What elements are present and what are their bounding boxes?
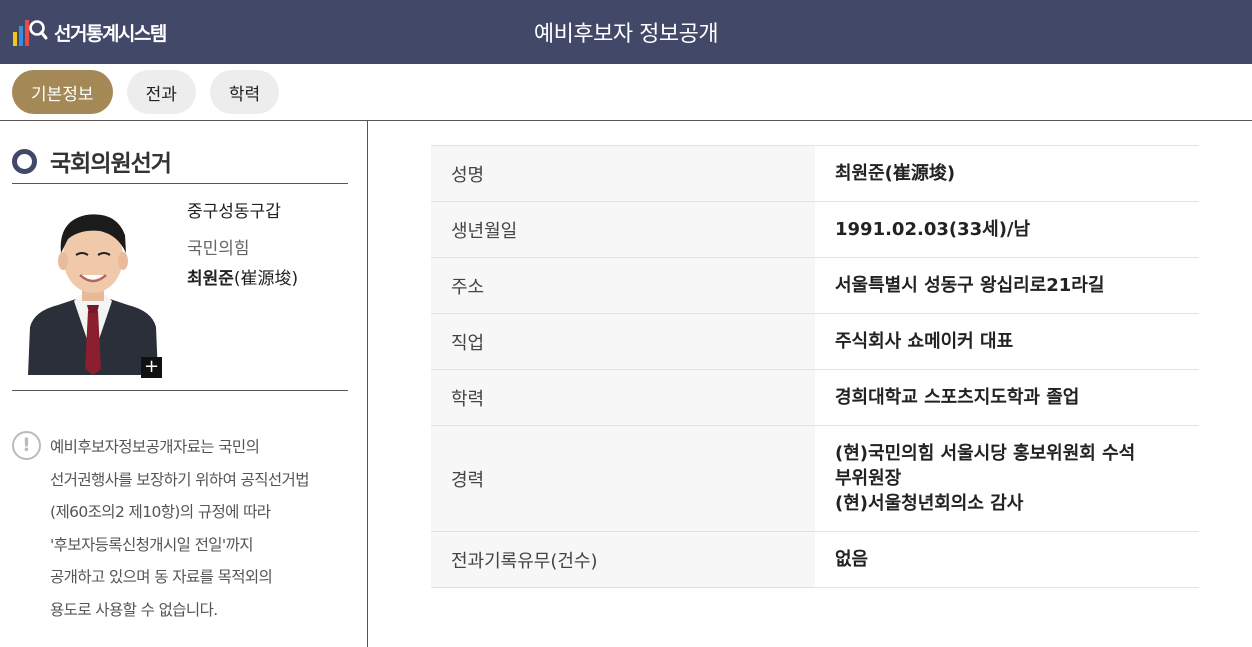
candidate-party: 국민의힘 [187, 239, 250, 259]
row-label: 주소 [431, 257, 815, 314]
table-row: 성명 최원준(崔源埈) [431, 145, 1199, 202]
plus-icon: + [143, 356, 160, 377]
notice-line: 용도로 사용할 수 없습니다. [50, 600, 218, 619]
notice-line: '후보자등록신청개시일 전일'까지 [50, 535, 253, 554]
row-label: 직업 [431, 313, 815, 370]
candidate-district: 중구성동구갑 [187, 202, 281, 222]
tab-criminal-record[interactable]: 전과 [126, 70, 196, 114]
tab-education[interactable]: 학력 [209, 70, 280, 114]
table-row: 직업 주식회사 쇼메이커 대표 [431, 313, 1199, 370]
row-value: 경희대학교 스포츠지도학과 졸업 [815, 369, 1199, 426]
candidate-info-table: 성명 최원준(崔源埈) 생년월일 1991.02.03(33세)/남 주소 서울… [431, 145, 1199, 588]
notice-line: 선거권행사를 보장하기 위하여 공직선거법 [50, 470, 309, 489]
value-line: 주식회사 쇼메이커 대표 [835, 331, 1014, 352]
row-value: 1991.02.03(33세)/남 [815, 201, 1199, 258]
notice-text: 예비후보자정보공개자료는 국민의 선거권행사를 보장하기 위하여 공직선거법 (… [50, 431, 355, 627]
exclamation-icon: ! [12, 431, 41, 460]
divider [12, 183, 348, 184]
table-row: 전과기록유무(건수) 없음 [431, 531, 1199, 588]
candidate-name-korean: 최원준 [187, 269, 234, 289]
value-line: 1991.02.03(33세)/남 [835, 219, 1031, 240]
row-label: 성명 [431, 145, 815, 202]
notice-line: 예비후보자정보공개자료는 국민의 [50, 438, 260, 456]
panel-divider [367, 121, 368, 647]
election-title: 국회의원선거 [50, 151, 172, 177]
row-value: 없음 [815, 531, 1199, 588]
row-label: 경력 [431, 425, 815, 532]
election-heading: 국회의원선거 [12, 144, 172, 178]
photo-zoom-button[interactable]: + [141, 357, 162, 378]
value-line: (현)국민의힘 서울시당 홍보위원회 수석 [835, 443, 1136, 464]
row-label: 생년월일 [431, 201, 815, 258]
value-line: 최원준(崔源埈) [835, 163, 956, 184]
candidate-name-hanja: (崔源埈) [233, 269, 299, 289]
candidate-name: 최원준(崔源埈) [187, 264, 298, 289]
ring-bullet-icon [12, 148, 37, 174]
top-header: 선거통계시스템 예비후보자 정보공개 [0, 0, 1252, 64]
notice-line: (제60조의2 제10항)의 규정에 따라 [50, 503, 271, 522]
table-row: 생년월일 1991.02.03(33세)/남 [431, 201, 1199, 258]
row-value: (현)국민의힘 서울시당 홍보위원회 수석 부위원장 (현)서울청년회의소 감사 [815, 425, 1199, 532]
tabs-divider [0, 120, 1252, 121]
row-label: 전과기록유무(건수) [431, 531, 815, 588]
table-row: 주소 서울특별시 성동구 왕십리로21라길 [431, 257, 1199, 314]
row-value: 최원준(崔源埈) [815, 145, 1199, 202]
notice-line: 공개하고 있으며 동 자료를 목적외의 [50, 568, 273, 587]
row-value: 서울특별시 성동구 왕십리로21라길 [815, 257, 1199, 314]
candidate-photo[interactable] [28, 207, 158, 375]
value-line: 없음 [835, 549, 869, 570]
row-label: 학력 [431, 369, 815, 426]
value-line: (현)서울청년회의소 감사 [835, 493, 1024, 514]
value-line: 서울특별시 성동구 왕십리로21라길 [835, 275, 1105, 296]
row-value: 주식회사 쇼메이커 대표 [815, 313, 1199, 370]
value-line: 부위원장 [835, 468, 902, 489]
table-row: 학력 경희대학교 스포츠지도학과 졸업 [431, 369, 1199, 426]
tab-bar: 기본정보 전과 학력 [12, 70, 280, 114]
tab-basic-info[interactable]: 기본정보 [12, 70, 113, 114]
value-line: 경희대학교 스포츠지도학과 졸업 [835, 387, 1080, 408]
divider [12, 390, 348, 391]
page-title: 예비후보자 정보공개 [533, 22, 719, 47]
table-row: 경력 (현)국민의힘 서울시당 홍보위원회 수석 부위원장 (현)서울청년회의소… [431, 425, 1199, 532]
